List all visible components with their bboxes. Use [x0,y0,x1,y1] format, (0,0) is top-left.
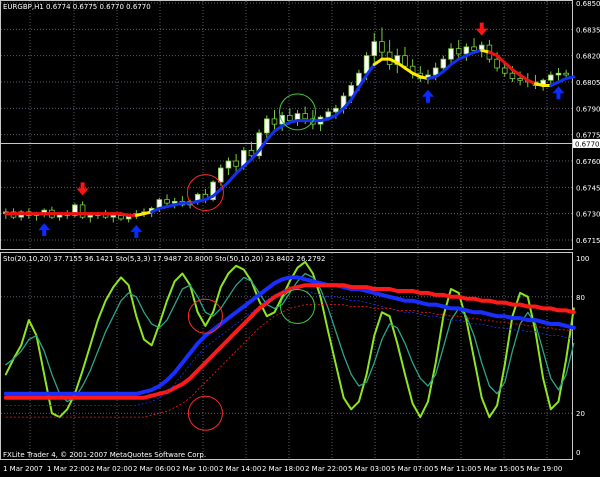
bear-candle [248,150,255,157]
bull-candle [325,111,331,118]
price-tick: 0.6760 [576,158,600,166]
bear-candle [118,215,124,220]
time-tick: 1 Mar 2007 [3,465,43,473]
bull-candle [171,200,178,204]
bull-candle [548,74,554,81]
bull-candle [440,58,447,69]
bull-candle [371,41,378,57]
price-tick: 0.6820 [576,53,600,61]
bear-candle [287,114,293,122]
bear-candle [271,118,278,125]
price-tick: 0.6805 [576,79,600,87]
bull-candle [217,167,224,183]
trading-chart[interactable]: EURGBP,H1 0.6774 0.6775 0.6770 0.6770 0.… [0,0,600,477]
level-tick: 100 [576,255,589,263]
bull-candle [555,72,562,76]
time-tick: 2 Mar 02:00 [90,465,132,473]
bull-candle [225,160,232,169]
bull-candle [110,215,117,218]
footer-copyright: FXLite Trader 4, © 2001-2007 MetaQuotes … [3,451,206,459]
time-tick: 2 Mar 18:00 [262,465,304,473]
time-tick: 5 Mar 19:00 [520,465,562,473]
bull-candle [264,118,270,134]
time-tick: 2 Mar 06:00 [133,465,175,473]
bear-candle [509,72,516,79]
bear-candle [471,46,477,51]
current-price-label: 0.6770 [575,140,600,148]
bear-candle [517,78,523,81]
price-tick: 0.6835 [576,26,600,34]
time-tick: 1 Mar 22:00 [47,465,89,473]
price-tick: 0.6745 [576,184,600,192]
bear-candle [455,48,462,55]
price-tick: 0.6775 [576,132,600,140]
level-tick: 0 [576,449,580,457]
time-tick: 5 Mar 07:00 [391,465,433,473]
bear-candle [501,67,508,74]
price-tick: 0.6850 [576,0,600,8]
time-tick: 2 Mar 14:00 [219,465,261,473]
time-tick: 2 Mar 10:00 [176,465,218,473]
time-axis: 1 Mar 2007 1 Mar 22:00 2 Mar 02:00 2 Mar… [3,465,562,473]
price-tick: 0.6790 [576,105,600,113]
bear-candle [302,113,308,120]
bull-candle [87,215,94,218]
symbol-header: EURGBP,H1 0.6774 0.6775 0.6770 0.6770 [3,3,151,11]
time-tick: 5 Mar 11:00 [434,465,476,473]
bear-candle [164,199,170,204]
price-tick: 0.6730 [576,211,600,219]
time-tick: 5 Mar 03:00 [348,465,390,473]
level-tick: 20 [576,410,585,418]
time-tick: 5 Mar 15:00 [477,465,519,473]
bear-candle [402,55,408,67]
bear-candle [79,204,86,218]
ma-segment [564,75,576,80]
bull-candle [463,46,470,55]
indicator-header: Sto(20,10,20) 37.7155 36.1421 Sto(5,3,3)… [3,255,325,263]
bear-candle [379,41,385,53]
level-tick: 80 [576,294,585,302]
price-tick: 0.6715 [576,237,600,245]
bull-candle [448,48,454,60]
bear-candle [494,58,500,69]
bear-candle [233,160,239,167]
time-tick: 2 Mar 22:00 [305,465,347,473]
bear-candle [563,72,569,76]
bull-candle [333,107,339,113]
